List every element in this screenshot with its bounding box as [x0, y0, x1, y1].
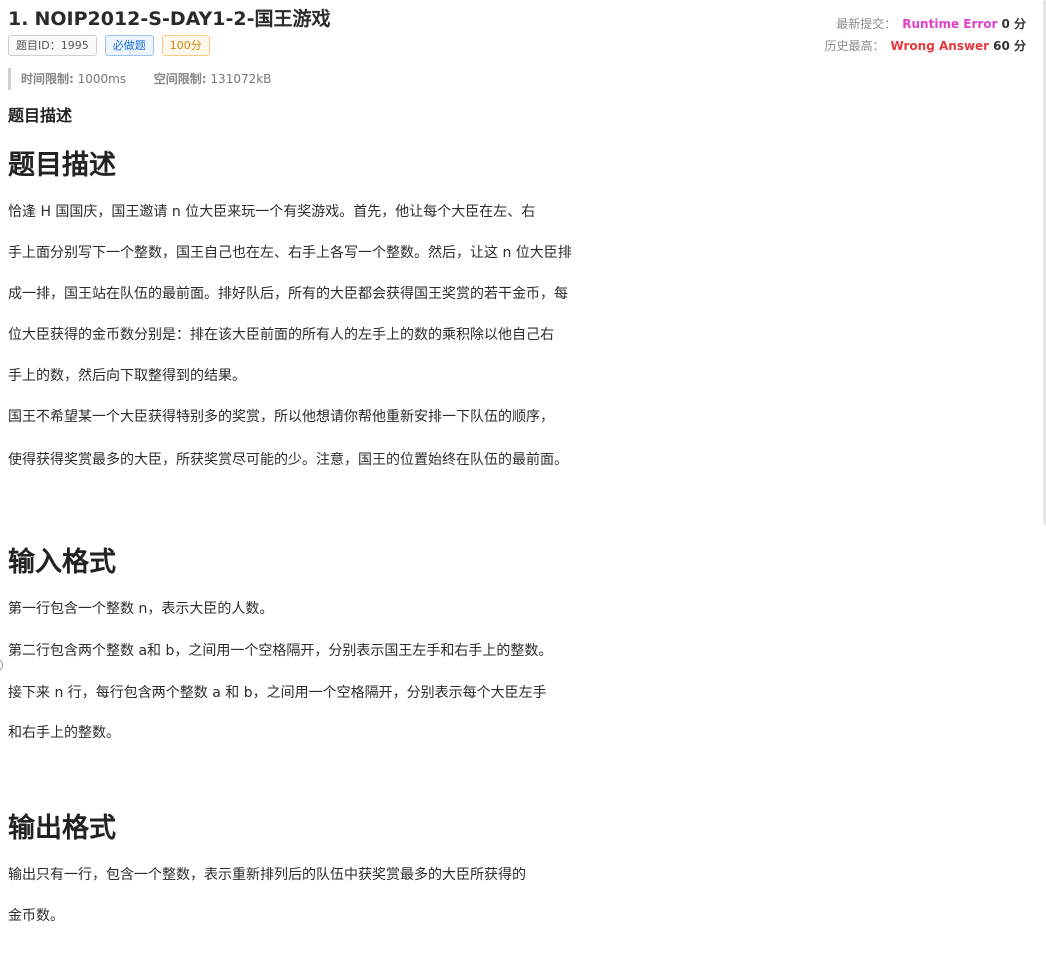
description-heading: 题目描述 — [8, 150, 116, 181]
space-limit-value: 131072kB — [210, 72, 272, 86]
space-limit-label: 空间限制: — [153, 72, 207, 86]
input-format-heading: 输入格式 — [8, 547, 116, 578]
input-format-line: 和右手上的整数。 — [8, 725, 120, 741]
output-format-heading: 输出格式 — [8, 813, 116, 844]
best-submission-row[interactable]: 历史最高： Wrong Answer 60 分 — [824, 35, 1026, 57]
required-tag[interactable]: 必做题 — [104, 35, 154, 56]
best-submission-status[interactable]: Wrong Answer — [890, 39, 989, 53]
latest-submission-label: 最新提交： — [836, 17, 897, 31]
problem-title: 1. NOIP2012-S-DAY1-2-国王游戏 — [8, 4, 330, 31]
best-submission-score: 60 分 — [993, 39, 1026, 53]
latest-submission-row[interactable]: 最新提交： Runtime Error 0 分 — [824, 13, 1026, 35]
description-line: 位大臣获得的金币数分别是：排在该大臣前面的所有人的左手上的数的乘积除以他自己右 — [8, 327, 554, 343]
output-format-line: 输出只有一行，包含一个整数，表示重新排列后的队伍中获奖赏最多的大臣所获得的 — [8, 867, 526, 883]
time-limit-value: 1000ms — [77, 72, 127, 86]
limits-bar: 时间限制: 1000ms 空间限制: 131072kB — [8, 68, 271, 90]
scrollbar[interactable] — [1040, 0, 1046, 978]
latest-submission-status[interactable]: Runtime Error — [902, 17, 997, 31]
score-tag: 100分 — [161, 35, 210, 56]
submission-status: 最新提交： Runtime Error 0 分 历史最高： Wrong Answer 6… — [824, 13, 1026, 57]
problem-id-tag: 题目ID：1995 — [8, 35, 97, 56]
output-format-line: 金币数。 — [8, 908, 64, 924]
best-submission-label: 历史最高： — [824, 39, 885, 53]
description-line: 手上面分别写下一个整数，国王自己也在左、右手上各写一个整数。然后，让这 n 位大… — [8, 245, 572, 261]
description-tab-title: 题目描述 — [8, 106, 73, 125]
problem-page: 1. NOIP2012-S-DAY1-2-国王游戏 题目ID：1995 必做题 1… — [0, 0, 1046, 978]
description-line: 成一排，国王站在队伍的最前面。排好队后，所有的大臣都会获得国王奖赏的若干金币，每 — [8, 286, 568, 302]
description-line: 使得获得奖赏最多的大臣，所获奖赏尽可能的少。注意，国王的位置始终在队伍的最前面。 — [8, 452, 568, 468]
input-format-line: 第一行包含一个整数 n，表示大臣的人数。 — [8, 601, 274, 617]
problem-tags: 题目ID：1995 必做题 100分 — [8, 35, 210, 56]
description-line: 手上的数，然后向下取整得到的结果。 — [8, 368, 246, 384]
sidebar-collapse-handle[interactable] — [0, 658, 3, 672]
time-limit-label: 时间限制: — [21, 72, 74, 86]
description-line: 恰逢 H 国国庆，国王邀请 n 位大臣来玩一个有奖游戏。首先，他让每个大臣在左、… — [8, 204, 536, 220]
description-line: 国王不希望某一个大臣获得特别多的奖赏，所以他想请你帮他重新安排一下队伍的顺序， — [8, 409, 554, 425]
problem-name: NOIP2012-S-DAY1-2-国王游戏 — [34, 8, 331, 30]
latest-submission-score: 0 分 — [1001, 17, 1026, 31]
input-format-line: 第二行包含两个整数 a和 b，之间用一个空格隔开，分别表示国王左手和右手上的整数… — [8, 643, 553, 659]
problem-number: 1. — [8, 8, 29, 30]
input-format-line: 接下来 n 行，每行包含两个整数 a 和 b，之间用一个空格隔开，分别表示每个大… — [8, 685, 547, 701]
